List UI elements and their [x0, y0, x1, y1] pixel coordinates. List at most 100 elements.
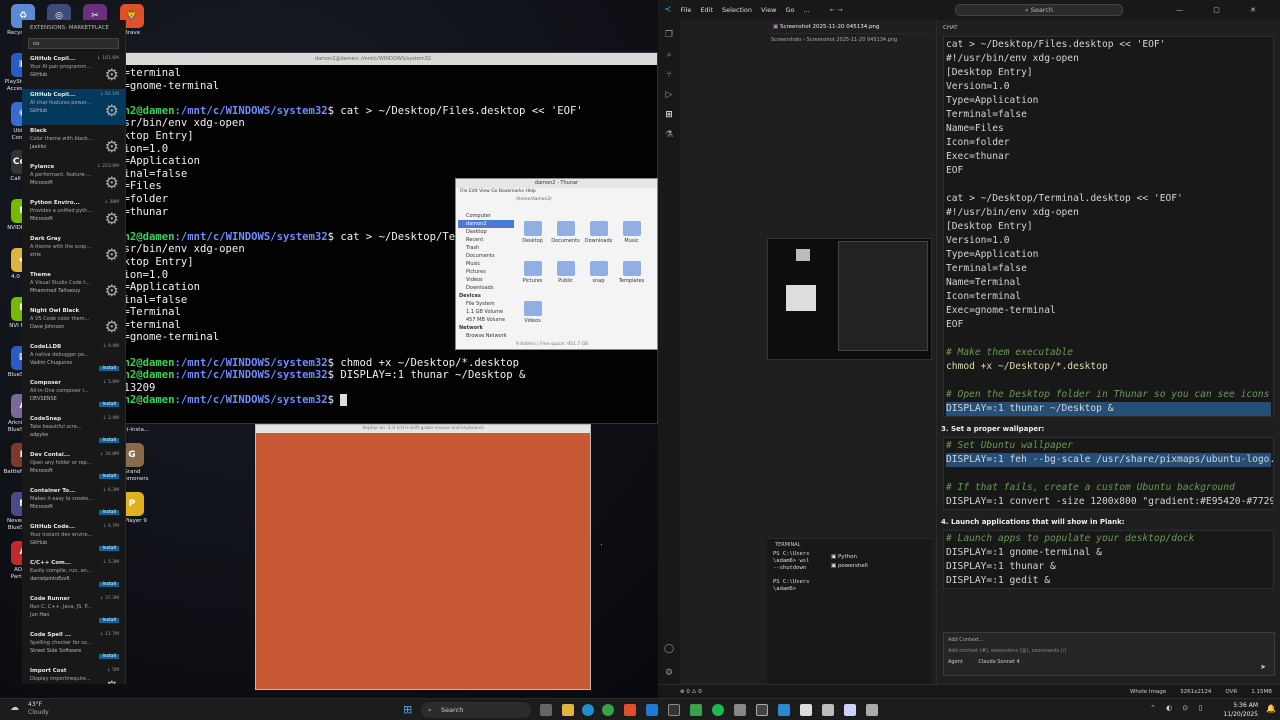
thunar-sidebar-item[interactable]: File System — [458, 300, 514, 308]
menu-item[interactable]: Go — [785, 6, 794, 14]
menu-item[interactable]: View — [761, 6, 776, 14]
install-button[interactable]: Install — [99, 582, 119, 587]
extension-item[interactable]: Composer ↓ 5.6M All-in-One composer i... DE… — [22, 377, 125, 413]
thunar-sidebar-item[interactable]: Trash — [458, 244, 514, 252]
extensions-search-input[interactable]: co — [28, 38, 119, 49]
extension-item[interactable]: GitHub Copil... ↓ 62.1M AI chat features p… — [22, 89, 125, 125]
search-view-icon[interactable]: ⌕ — [658, 50, 680, 60]
install-button[interactable]: Install — [99, 654, 119, 659]
extension-item[interactable]: Dev Contai... ↓ 34.8M Open any folder or r… — [22, 449, 125, 485]
extension-item[interactable]: Import Cost ↓ 5M Display import/require...… — [22, 665, 125, 684]
thunar-sidebar-item[interactable]: Computer — [458, 212, 514, 220]
terminal-panel-output[interactable]: PS C:\Users \adam6> wsl --shutdown PS C:\U… — [773, 551, 827, 593]
taskview-icon[interactable] — [540, 704, 552, 716]
menu-item[interactable]: ... — [803, 6, 809, 14]
status-item[interactable]: Whole Image — [1130, 689, 1166, 695]
thunar-sidebar-item[interactable]: Recent — [458, 236, 514, 244]
extension-item[interactable]: Night Owl Black A VS Code color them... Da… — [22, 305, 125, 341]
code-block-3[interactable]: # Launch apps to populate your desktop/d… — [943, 530, 1274, 589]
menu-item[interactable]: Selection — [722, 6, 752, 14]
menu-item[interactable]: File — [681, 6, 692, 14]
manage-gear-icon[interactable]: ⚙ — [105, 317, 119, 336]
editor-tab[interactable]: ▣ Screenshot 2025-11-20 045134.png — [767, 20, 932, 34]
terminal-taskbar-icon[interactable] — [668, 704, 680, 716]
status-item[interactable]: OVR — [1225, 689, 1237, 695]
install-button[interactable]: Install — [99, 618, 119, 623]
thunar-folder[interactable]: Pictures — [516, 259, 549, 299]
app-taskbar-icon-3[interactable] — [756, 704, 768, 716]
thunar-folder[interactable]: Downloads — [582, 219, 615, 259]
app-taskbar-icon-4[interactable] — [778, 704, 790, 716]
thunar-sidebar-item[interactable]: Music — [458, 260, 514, 268]
code-block-2[interactable]: # Set Ubuntu wallpaper DISPLAY=:1 feh --b… — [943, 437, 1274, 510]
start-windows-icon[interactable]: ⊞ — [403, 703, 412, 716]
brave-taskbar-icon[interactable] — [624, 704, 636, 716]
app-taskbar-icon-2[interactable] — [734, 704, 746, 716]
extension-item[interactable]: Dark Gray A theme with the scop... strix ⚙ — [22, 233, 125, 269]
explorer-icon[interactable]: ❐ — [658, 30, 680, 40]
thunar-sidebar-item[interactable]: Videos — [458, 276, 514, 284]
send-icon[interactable]: ➤ — [1260, 663, 1266, 671]
extension-item[interactable]: Python Enviro... ↓ 38M Provides a unified … — [22, 197, 125, 233]
extension-item[interactable]: Black Color theme with black... Jaakko ⚙ — [22, 125, 125, 161]
manage-gear-icon[interactable]: ⚙ — [105, 281, 119, 300]
chat-mode-select[interactable]: Agent — [948, 659, 963, 665]
thunar-menu[interactable]: File Edit View Go Bookmarks Help — [456, 188, 657, 196]
extension-item[interactable]: Code Spell ... ↓ 11.7M Spelling checker fo… — [22, 629, 125, 665]
status-item[interactable]: 3261x2124 — [1180, 689, 1211, 695]
thunar-window[interactable]: damon2 - Thunar File Edit View Go Bookma… — [455, 178, 658, 350]
app-taskbar-icon-8[interactable] — [866, 704, 878, 716]
add-context-button[interactable]: Add Context... — [948, 637, 1270, 643]
thunar-sidebar-item[interactable]: Downloads — [458, 284, 514, 292]
xephyr-window[interactable]: Xephyr on :1.0 (ctrl+shift grabs mouse a… — [255, 424, 591, 690]
thunar-folder[interactable]: Documents — [549, 219, 582, 259]
chat-model-select[interactable]: Claude Sonnet 4 — [978, 659, 1019, 665]
install-button[interactable]: Install — [99, 366, 119, 371]
install-button[interactable]: Install — [99, 546, 119, 551]
app-taskbar-icon-6[interactable] — [822, 704, 834, 716]
chrome-taskbar-icon[interactable] — [602, 704, 614, 716]
extension-item[interactable]: Container To... ↓ 6.3M Makes it easy to cr… — [22, 485, 125, 521]
extension-item[interactable]: Pylance ↓ 223.6M A performant, feature-...… — [22, 161, 125, 197]
extension-item[interactable]: CodeSnap ↓ 2.4M Take beautiful scre... adpy… — [22, 413, 125, 449]
extension-item[interactable]: Theme A Visual Studio Code t... Mhammed Ta… — [22, 269, 125, 305]
menu-item[interactable]: Edit — [700, 6, 713, 14]
thunar-folder[interactable]: Public — [549, 259, 582, 299]
explorer-taskbar-icon[interactable] — [562, 704, 574, 716]
vscode-taskbar-icon[interactable] — [646, 704, 658, 716]
manage-gear-icon[interactable]: ⚙ — [105, 137, 119, 156]
terminal-tab[interactable]: ▣ powershell — [831, 562, 868, 571]
thunar-sidebar-item[interactable]: 1.1 GB Volume — [458, 308, 514, 316]
extension-item[interactable]: C/C++ Com... ↓ 5.3M Easily compile, run, a… — [22, 557, 125, 593]
install-button[interactable]: Install — [99, 474, 119, 479]
thunar-folder[interactable]: Templates — [615, 259, 648, 299]
thunar-sidebar-item[interactable]: Documents — [458, 252, 514, 260]
install-button[interactable]: Install — [99, 402, 119, 407]
extensions-icon[interactable]: ⊞ — [658, 110, 680, 120]
taskbar-search[interactable]: ⌕ Search — [421, 702, 531, 718]
app-taskbar-icon-5[interactable] — [800, 704, 812, 716]
manage-gear-icon[interactable]: ⚙ — [105, 101, 119, 120]
terminal-tab[interactable]: ▣ Python — [831, 553, 868, 562]
thunar-folder[interactable]: Music — [615, 219, 648, 259]
thunar-sidebar-item[interactable]: Browse Network — [458, 332, 514, 340]
thunar-sidebar-item[interactable]: damon2 — [458, 220, 514, 228]
thunar-folder[interactable]: snap — [582, 259, 615, 299]
thunar-sidebar-item[interactable]: 457 MB Volume — [458, 316, 514, 324]
thunar-folder[interactable]: Videos — [516, 299, 549, 339]
install-button[interactable]: Install — [99, 510, 119, 515]
clock[interactable]: 5:36 AM 11/20/2025 — [1218, 701, 1258, 719]
app-taskbar-icon-1[interactable] — [690, 704, 702, 716]
weather-widget[interactable]: 43°F Cloudy — [28, 701, 49, 717]
settings-gear-icon[interactable]: ⚙ — [658, 668, 680, 678]
command-search[interactable]: ⌕ Search — [955, 4, 1123, 16]
manage-gear-icon[interactable]: ⚙ — [105, 209, 119, 228]
window-controls[interactable]: — ▢ ✕ — [1176, 6, 1270, 14]
breadcrumb[interactable]: Screenshots › Screenshot 2025-11-20 0451… — [767, 34, 932, 46]
spotify-taskbar-icon[interactable] — [712, 704, 724, 716]
app-taskbar-icon-7[interactable] — [844, 704, 856, 716]
manage-gear-icon[interactable]: ⚙ — [105, 677, 119, 684]
thunar-folder[interactable]: Desktop — [516, 219, 549, 259]
extension-item[interactable]: GitHub Copil... ↓ 161.6M Your AI pair prog… — [22, 53, 125, 89]
chat-input[interactable]: Add Context... Add context (#), extensio… — [943, 632, 1275, 676]
